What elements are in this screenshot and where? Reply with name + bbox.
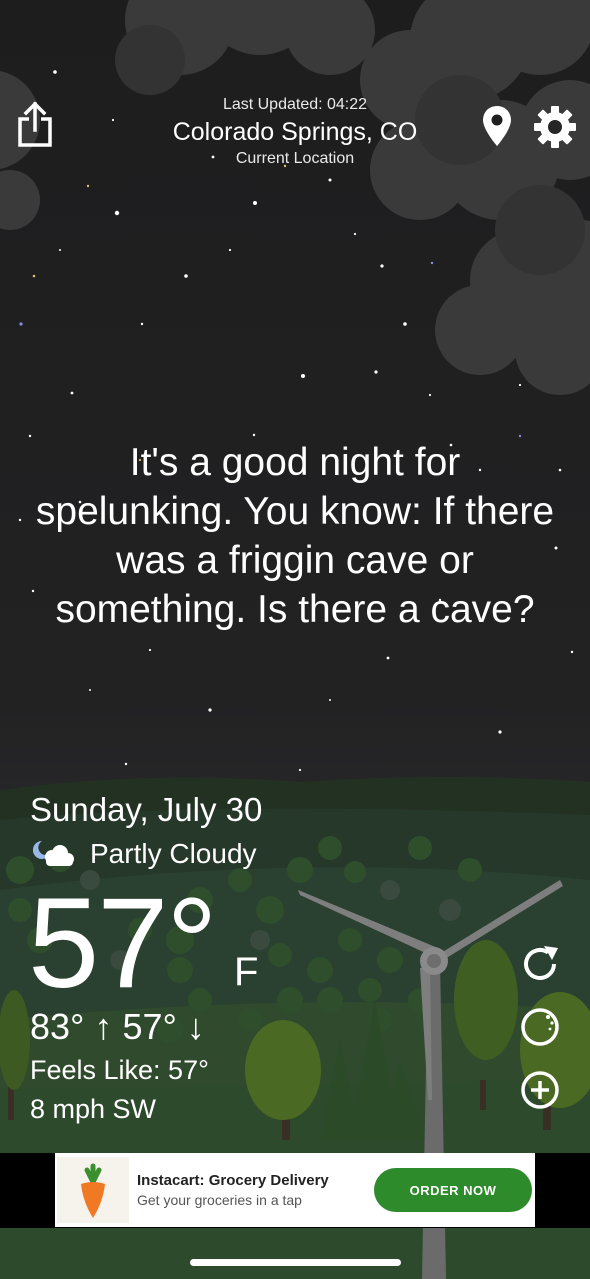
order-now-button[interactable]: ORDER NOW [374,1168,532,1212]
header-location: Last Updated: 04:22 Colorado Springs, CO… [120,94,470,170]
date-text: Sunday, July 30 [30,791,263,828]
condition-text: Partly Cloudy [90,838,257,869]
ad-banner[interactable]: Instacart: Grocery Delivery Get your gro… [55,1153,535,1227]
share-button[interactable] [14,100,56,150]
ad-title: Instacart: Grocery Delivery [137,1172,329,1189]
carrot-icon [81,1163,105,1218]
refresh-icon [524,946,558,980]
high-low-temperature: 83° ↑ 57° ↓ [30,1006,205,1047]
last-updated-text: Last Updated: 04:22 [222,96,368,113]
city-name[interactable]: Colorado Springs, CO [120,116,470,148]
weather-message: It's a good night for spelunking. You kn… [35,441,555,631]
wind-text: 8 mph SW [30,1094,157,1124]
plus-icon [521,1071,559,1109]
current-location-label: Current Location [235,150,355,167]
radar-button[interactable] [518,1005,562,1049]
clouds-decoration [0,0,590,395]
temperature-unit[interactable]: F [234,950,258,994]
ad-texts: Instacart: Grocery Delivery Get your gro… [137,1171,374,1209]
location-pin-icon [483,106,511,146]
location-button[interactable] [478,104,516,148]
add-button[interactable] [518,1068,562,1112]
condition-row: Partly Cloudy [30,836,257,872]
current-temperature: 57° [28,872,218,1015]
ad-logo [57,1157,129,1223]
ad-subtitle: Get your groceries in a tap [137,1192,302,1208]
share-icon [18,101,52,147]
feels-like-text: Feels Like: 57° [30,1055,209,1085]
partly-cloudy-night-icon [32,840,74,866]
refresh-button[interactable] [518,942,562,986]
settings-button[interactable] [532,104,578,150]
gear-icon [534,106,576,148]
home-indicator[interactable] [190,1259,401,1266]
radar-icon [521,1008,559,1046]
